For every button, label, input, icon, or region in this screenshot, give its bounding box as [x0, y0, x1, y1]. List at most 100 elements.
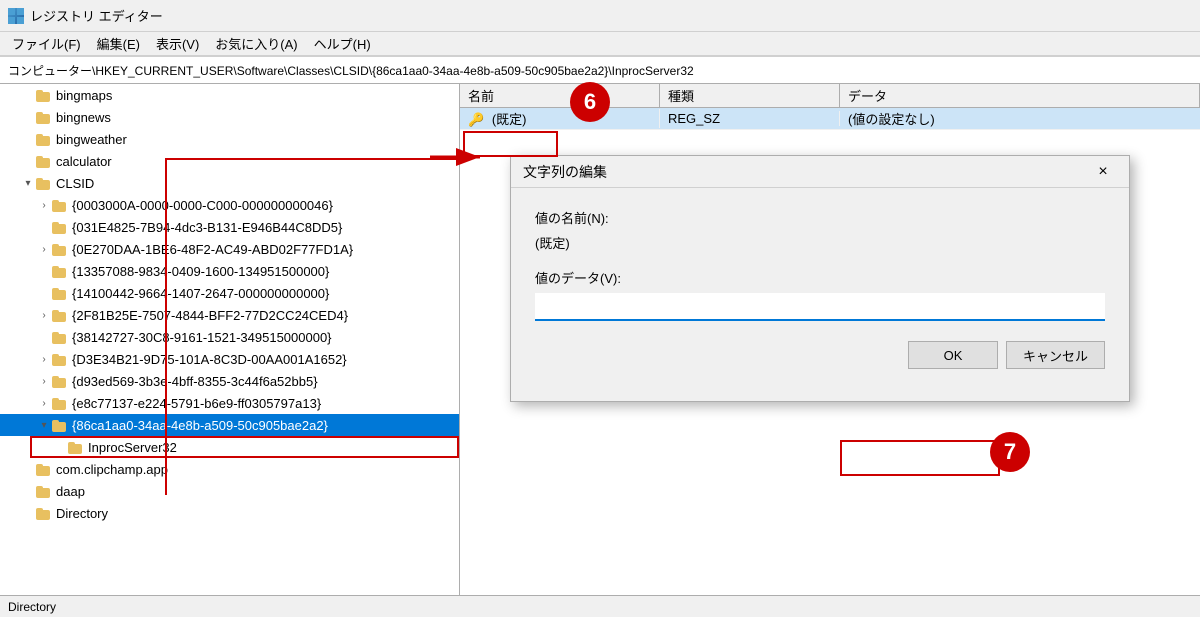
expand-arrow: [36, 263, 52, 279]
dialog-title: 文字列の編集: [523, 162, 607, 182]
tree-item-guid11[interactable]: ▾ {86ca1aa0-34aa-4e8b-a509-50c905bae2a2}: [0, 414, 459, 436]
tree-item-guid9[interactable]: › {d93ed569-3b3e-4bff-8355-3c44f6a52bb5}: [0, 370, 459, 392]
menu-edit[interactable]: 編集(E): [89, 32, 148, 55]
tree-item-label: {2F81B25E-7507-4844-BFF2-77D2CC24CED4}: [72, 308, 348, 323]
dialog-buttons: OK キャンセル: [535, 341, 1105, 381]
tree-item-label: {86ca1aa0-34aa-4e8b-a509-50c905bae2a2}: [72, 418, 328, 433]
tree-item-label: {e8c77137-e224-5791-b6e9-ff0305797a13}: [72, 396, 321, 411]
expand-arrow: [20, 87, 36, 103]
tree-item-label: bingnews: [56, 110, 111, 125]
folder-icon: [52, 374, 68, 388]
tree-item-label: {D3E34B21-9D75-101A-8C3D-00AA001A1652}: [72, 352, 347, 367]
tree-item-label: {38142727-30C8-9161-1521-349515000000}: [72, 330, 332, 345]
folder-icon: [36, 176, 52, 190]
tree-item-label: bingweather: [56, 132, 127, 147]
tree-item-clsid[interactable]: ▾ CLSID: [0, 172, 459, 194]
tree-item-label: {13357088-9834-0409-1600-134951500000}: [72, 264, 329, 279]
annotation-circle-7: 7: [990, 432, 1030, 472]
tree-item-guid5[interactable]: {14100442-9664-1407-2647-000000000000}: [0, 282, 459, 304]
menu-bar: ファイル(F) 編集(E) 表示(V) お気に入り(A) ヘルプ(H): [0, 32, 1200, 56]
tree-item-label: calculator: [56, 154, 112, 169]
tree-item-inprocserver32[interactable]: InprocServer32: [0, 436, 459, 458]
col-header-name[interactable]: 名前: [460, 84, 660, 107]
expand-arrow-down: ▾: [36, 417, 52, 433]
ok-button[interactable]: OK: [908, 341, 998, 369]
folder-icon: [52, 330, 68, 344]
tree-item-bingnews[interactable]: bingnews: [0, 106, 459, 128]
status-bar: Directory: [0, 595, 1200, 617]
cancel-button[interactable]: キャンセル: [1006, 341, 1105, 369]
tree-item-daap[interactable]: daap: [0, 480, 459, 502]
folder-icon: [52, 418, 68, 432]
field-name-value: (既定): [535, 233, 1105, 252]
tree-item-guid4[interactable]: {13357088-9834-0409-1600-134951500000}: [0, 260, 459, 282]
dialog-title-bar: 文字列の編集 ×: [511, 156, 1129, 188]
expand-arrow-right: ›: [36, 373, 52, 389]
tree-item-label: {d93ed569-3b3e-4bff-8355-3c44f6a52bb5}: [72, 374, 318, 389]
folder-icon: [52, 352, 68, 366]
edit-string-dialog[interactable]: 文字列の編集 × 値の名前(N): (既定) 値のデータ(V): OK キャンセ…: [510, 155, 1130, 402]
menu-view[interactable]: 表示(V): [148, 32, 207, 55]
tree-item-comclipchamp[interactable]: com.clipchamp.app: [0, 458, 459, 480]
expand-arrow: [20, 505, 36, 521]
tree-item-guid1[interactable]: › {0003000A-0000-0000-C000-000000000046}: [0, 194, 459, 216]
expand-arrow-right: ›: [36, 307, 52, 323]
menu-help[interactable]: ヘルプ(H): [306, 32, 379, 55]
folder-icon: [36, 110, 52, 124]
folder-icon: [36, 88, 52, 102]
title-bar: レジストリ エディター: [0, 0, 1200, 32]
folder-icon: [52, 308, 68, 322]
folder-icon: [36, 506, 52, 520]
expand-arrow-down: ▾: [20, 175, 36, 191]
expand-arrow-right: ›: [36, 241, 52, 257]
tree-item-label: com.clipchamp.app: [56, 462, 168, 477]
col-header-data[interactable]: データ: [840, 84, 1200, 107]
tree-item-calculator[interactable]: calculator: [0, 150, 459, 172]
detail-row[interactable]: 🔑 (既定) REG_SZ (値の設定なし): [460, 108, 1200, 130]
tree-item-guid6[interactable]: › {2F81B25E-7507-4844-BFF2-77D2CC24CED4}: [0, 304, 459, 326]
tree-item-bingmaps[interactable]: bingmaps: [0, 84, 459, 106]
folder-icon: [52, 286, 68, 300]
tree-item-guid8[interactable]: › {D3E34B21-9D75-101A-8C3D-00AA001A1652}: [0, 348, 459, 370]
expand-arrow: [20, 109, 36, 125]
tree-item-label: CLSID: [56, 176, 94, 191]
folder-icon: [36, 462, 52, 476]
tree-item-label: {14100442-9664-1407-2647-000000000000}: [72, 286, 329, 301]
tree-item-bingweather[interactable]: bingweather: [0, 128, 459, 150]
folder-icon: [52, 242, 68, 256]
folder-icon: [52, 198, 68, 212]
expand-arrow: [36, 285, 52, 301]
expand-arrow: [20, 483, 36, 499]
expand-arrow: [20, 131, 36, 147]
tree-item-guid10[interactable]: › {e8c77137-e224-5791-b6e9-ff0305797a13}: [0, 392, 459, 414]
menu-file[interactable]: ファイル(F): [4, 32, 89, 55]
folder-icon: [36, 154, 52, 168]
expand-arrow-right: ›: [36, 351, 52, 367]
tree-item-label: bingmaps: [56, 88, 112, 103]
field-data-input[interactable]: [535, 293, 1105, 321]
detail-cell-type: REG_SZ: [660, 111, 840, 126]
folder-icon: [52, 220, 68, 234]
dialog-close-button[interactable]: ×: [1089, 161, 1117, 183]
tree-item-label: {031E4825-7B94-4dc3-B131-E946B44C8DD5}: [72, 220, 342, 235]
dialog-body: 値の名前(N): (既定) 値のデータ(V): OK キャンセル: [511, 188, 1129, 401]
detail-cell-name: 🔑 (既定): [460, 109, 660, 128]
tree-item-guid7[interactable]: {38142727-30C8-9161-1521-349515000000}: [0, 326, 459, 348]
address-bar: コンピューター\HKEY_CURRENT_USER\Software\Class…: [0, 56, 1200, 84]
tree-item-guid2[interactable]: {031E4825-7B94-4dc3-B131-E946B44C8DD5}: [0, 216, 459, 238]
annotation-circle-6: 6: [570, 82, 610, 122]
tree-item-directory[interactable]: Directory: [0, 502, 459, 524]
field-data-label: 値のデータ(V):: [535, 268, 1105, 287]
tree-item-guid3[interactable]: › {0E270DAA-1BE6-48F2-AC49-ABD02F77FD1A}: [0, 238, 459, 260]
tree-item-label: InprocServer32: [88, 440, 177, 455]
address-path: コンピューター\HKEY_CURRENT_USER\Software\Class…: [8, 62, 694, 79]
col-header-type[interactable]: 種類: [660, 84, 840, 107]
tree-item-label: {0003000A-0000-0000-C000-000000000046}: [72, 198, 333, 213]
expand-arrow: [52, 439, 68, 455]
tree-pane: bingmaps bingnews bingweather calculator…: [0, 84, 460, 617]
menu-favorites[interactable]: お気に入り(A): [207, 32, 305, 55]
folder-icon: [36, 484, 52, 498]
expand-arrow-right: ›: [36, 395, 52, 411]
expand-arrow: [36, 329, 52, 345]
folder-icon: [52, 264, 68, 278]
